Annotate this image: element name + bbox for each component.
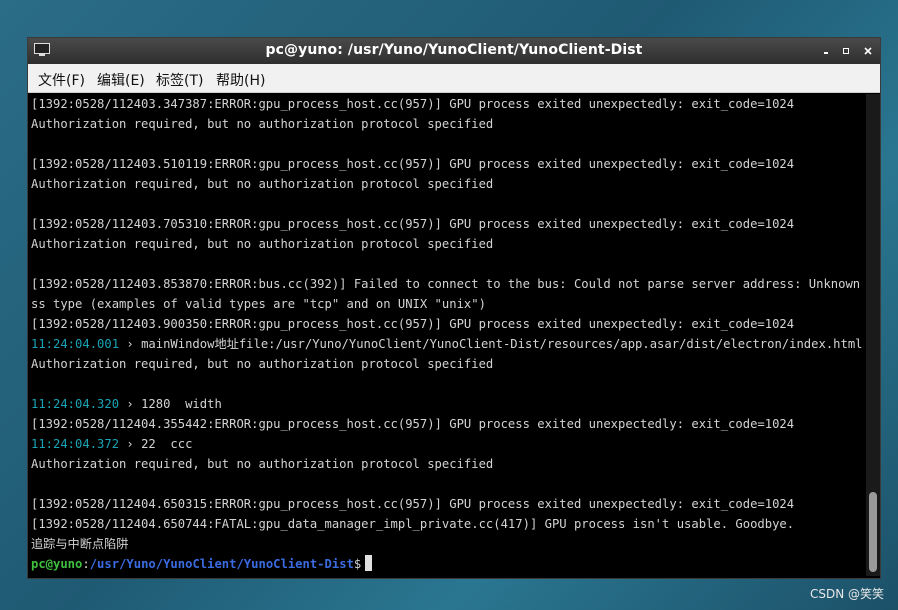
line-text: [1392:0528/112404.650315:ERROR:gpu_proce…: [31, 497, 795, 511]
window-title: pc@yuno: /usr/Yuno/YunoClient/YunoClient…: [265, 42, 643, 58]
line-text: Authorization required, but no authoriza…: [31, 117, 494, 131]
line-text: › mainWindow地址file:/usr/Yuno/YunoClient/…: [119, 337, 863, 351]
line-text: [1392:0528/112403.347387:ERROR:gpu_proce…: [31, 97, 795, 111]
maximize-button[interactable]: [838, 43, 854, 59]
terminal-line: 11:24:04.372 › 22 ccc: [30, 434, 866, 454]
prompt-separator: :: [82, 557, 90, 571]
terminal-line: [1392:0528/112403.900350:ERROR:gpu_proce…: [30, 314, 866, 334]
scrollbar-thumb[interactable]: [869, 492, 877, 572]
terminal-window: pc@yuno: /usr/Yuno/YunoClient/YunoClient…: [28, 38, 880, 578]
terminal-line: Authorization required, but no authoriza…: [30, 234, 866, 254]
prompt-path: /usr/Yuno/YunoClient/YunoClient-Dist: [89, 557, 354, 571]
terminal-line: 11:24:04.001 › mainWindow地址file:/usr/Yun…: [30, 334, 866, 354]
line-text: [1392:0528/112403.510119:ERROR:gpu_proce…: [31, 157, 795, 171]
maximize-icon: [843, 48, 849, 54]
terminal-line: Authorization required, but no authoriza…: [30, 354, 866, 374]
vertical-scrollbar[interactable]: [866, 94, 880, 576]
terminal-line: 11:24:04.320 › 1280 width: [30, 394, 866, 414]
terminal-line: Authorization required, but no authoriza…: [30, 114, 866, 134]
line-text: [1392:0528/112404.355442:ERROR:gpu_proce…: [31, 417, 795, 431]
line-text: Authorization required, but no authoriza…: [31, 177, 494, 191]
text-cursor: [365, 555, 373, 571]
line-text: [1392:0528/112403.900350:ERROR:gpu_proce…: [31, 317, 795, 331]
log-timestamp: 11:24:04.320: [31, 397, 120, 411]
menu-bar: 文件(F) 编辑(E) 标签(T) 帮助(H): [28, 64, 880, 93]
line-text: [1392:0528/112403.853870:ERROR:bus.cc(39…: [31, 277, 866, 291]
menu-file[interactable]: 文件(F): [38, 70, 85, 90]
line-text: › 22 ccc: [119, 437, 193, 451]
line-text: 追踪与中断点陷阱: [31, 537, 129, 551]
terminal-line: 追踪与中断点陷阱: [30, 534, 866, 554]
menu-tabs[interactable]: 标签(T): [156, 70, 203, 90]
close-icon: [864, 47, 872, 55]
terminal-line: Authorization required, but no authoriza…: [30, 174, 866, 194]
terminal-line: [1392:0528/112403.853870:ERROR:bus.cc(39…: [30, 274, 866, 294]
terminal-line: [1392:0528/112404.650315:ERROR:gpu_proce…: [30, 494, 866, 514]
log-timestamp: 11:24:04.372: [31, 437, 120, 451]
close-button[interactable]: [860, 43, 876, 59]
menu-edit[interactable]: 编辑(E): [97, 70, 145, 90]
watermark: CSDN @笑笑: [809, 587, 884, 601]
title-bar[interactable]: pc@yuno: /usr/Yuno/YunoClient/YunoClient…: [28, 38, 880, 64]
line-text: Authorization required, but no authoriza…: [31, 357, 494, 371]
prompt-user: pc@yuno: [31, 557, 83, 571]
terminal-line: [1392:0528/112403.347387:ERROR:gpu_proce…: [30, 94, 866, 114]
terminal-line: [1392:0528/112404.355442:ERROR:gpu_proce…: [30, 414, 866, 434]
terminal-line: [1392:0528/112403.510119:ERROR:gpu_proce…: [30, 154, 866, 174]
menu-help[interactable]: 帮助(H): [216, 70, 265, 90]
terminal-line: Authorization required, but no authoriza…: [30, 454, 866, 474]
line-text: ss type (examples of valid types are "tc…: [31, 297, 486, 311]
line-text: [1392:0528/112404.650744:FATAL:gpu_data_…: [31, 517, 795, 531]
terminal-output[interactable]: [1392:0528/112403.347387:ERROR:gpu_proce…: [30, 94, 866, 576]
log-timestamp: 11:24:04.001: [31, 337, 120, 351]
prompt-symbol: $: [353, 557, 362, 571]
line-text: Authorization required, but no authoriza…: [31, 457, 494, 471]
terminal-line: [1392:0528/112403.705310:ERROR:gpu_proce…: [30, 214, 866, 234]
line-text: Authorization required, but no authoriza…: [31, 237, 494, 251]
line-text: [1392:0528/112403.705310:ERROR:gpu_proce…: [31, 217, 795, 231]
line-text: › 1280 width: [119, 397, 222, 411]
terminal-line: [1392:0528/112404.650744:FATAL:gpu_data_…: [30, 514, 866, 534]
shell-prompt-line[interactable]: pc@yuno:/usr/Yuno/YunoClient/YunoClient-…: [30, 554, 866, 574]
terminal-line: ss type (examples of valid types are "tc…: [30, 294, 866, 314]
minimize-button[interactable]: [818, 43, 834, 59]
minimize-icon: [824, 52, 828, 54]
